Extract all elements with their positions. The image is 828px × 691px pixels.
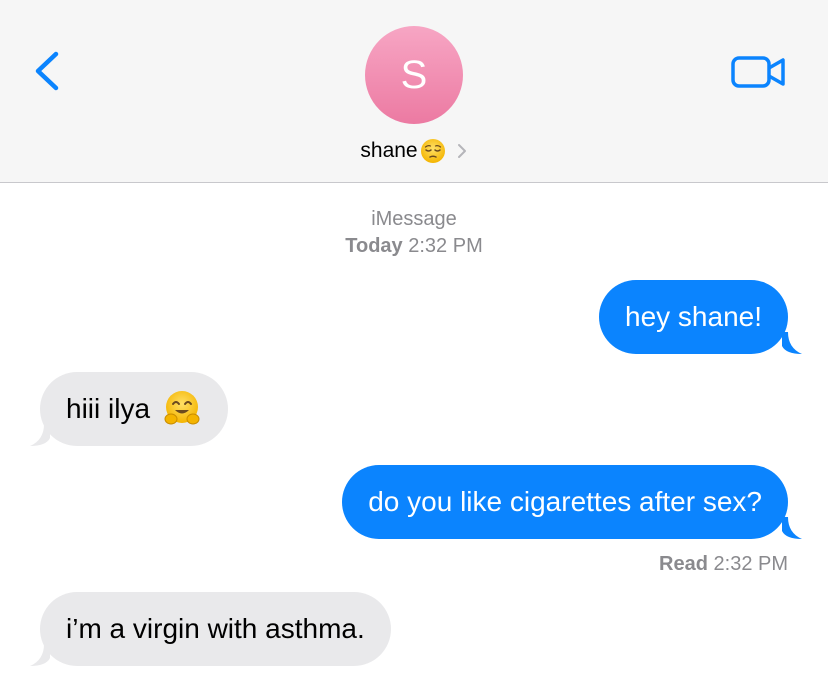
messages-screen: S shane iMessage Today 2:32 PM hey shane… — [0, 0, 828, 691]
service-label: iMessage — [371, 208, 457, 230]
video-call-button[interactable] — [730, 52, 788, 92]
timestamp-day: Today — [345, 235, 403, 257]
message-bubble-outgoing[interactable]: do you like cigarettes after sex? — [342, 465, 788, 539]
message-bubble-incoming[interactable]: i’m a virgin with asthma. — [40, 592, 391, 666]
message-bubble-outgoing[interactable]: hey shane! — [599, 280, 788, 354]
chevron-left-icon — [35, 51, 59, 91]
conversation-header: S shane — [0, 0, 828, 183]
avatar-initial: S — [400, 52, 428, 97]
contact-avatar[interactable]: S — [365, 26, 463, 124]
contact-name: shane — [360, 139, 418, 162]
bubble-tail — [30, 644, 50, 666]
read-receipt: Read 2:32 PM — [659, 553, 788, 576]
read-label: Read — [659, 553, 708, 575]
hugging-face-emoji-icon — [164, 391, 200, 425]
video-camera-icon — [731, 56, 785, 88]
message-bubble-incoming[interactable]: hiii ilya — [40, 372, 229, 446]
message-text: hiii ilya — [66, 393, 151, 424]
bubble-tail — [782, 517, 802, 539]
chevron-right-icon — [457, 144, 466, 158]
conversation-timestamp: Today 2:32 PM — [0, 235, 828, 258]
read-time: 2:32 PM — [713, 553, 788, 575]
pensive-face-emoji-icon — [420, 139, 445, 163]
message-text: do you like cigarettes after sex? — [368, 486, 762, 517]
bubble-tail — [782, 332, 802, 354]
message-text: i’m a virgin with asthma. — [66, 613, 365, 644]
bubble-tail — [30, 424, 50, 446]
timestamp-time: 2:32 PM — [408, 235, 483, 257]
message-text: hey shane! — [625, 301, 762, 332]
contact-details-button[interactable]: shane — [0, 136, 828, 166]
back-button[interactable] — [28, 48, 68, 94]
